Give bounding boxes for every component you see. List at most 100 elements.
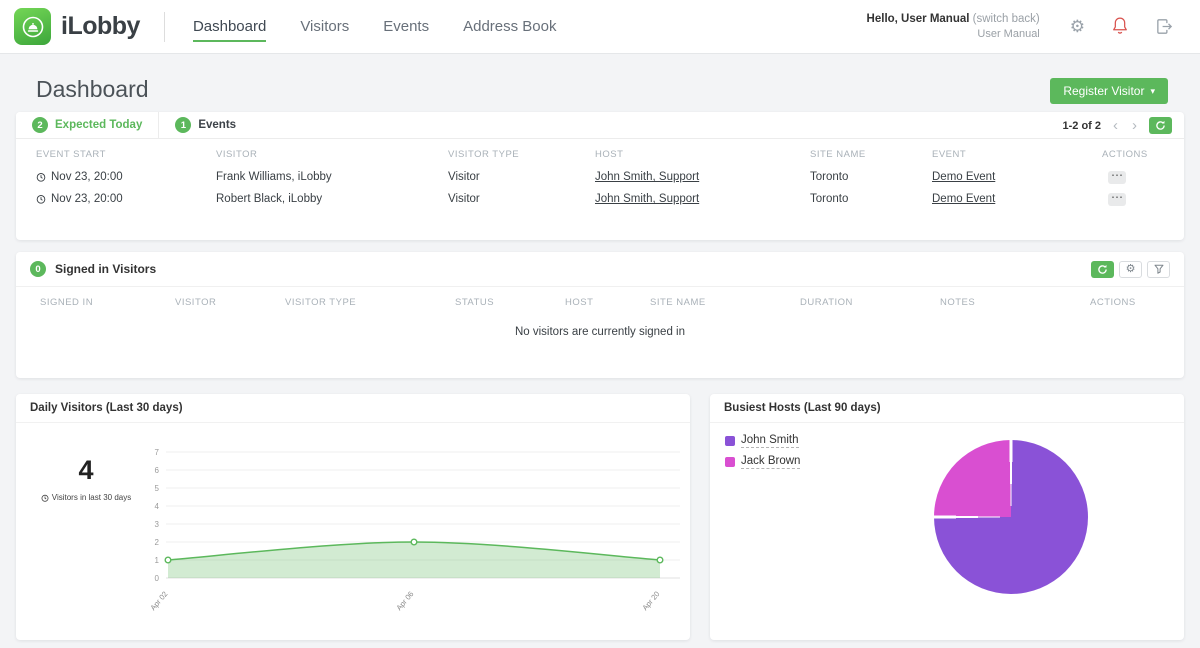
table-row-cell-event-start: Nov 23, 20:00 (36, 167, 216, 188)
tab-events-label: Events (198, 119, 237, 131)
col-header-event-start: EVENT START (36, 149, 106, 160)
empty-state-message: No visitors are currently signed in (514, 326, 685, 338)
table-row-cell-visitor-type: Visitor (448, 171, 480, 183)
table-row-cell-site-name: Toronto (810, 171, 849, 183)
row-actions-button[interactable]: ⋯ (1108, 191, 1126, 206)
tab-expected-today[interactable]: 2 Expected Today (16, 112, 160, 138)
header-right: Hello, User Manual (switch back) User Ma… (867, 11, 1200, 42)
event-link[interactable]: Demo Event (932, 171, 995, 183)
clock-icon (36, 172, 46, 182)
register-visitor-button[interactable]: Register Visitor ▾ (1050, 78, 1168, 104)
daily-visitors-panel: Daily Visitors (Last 30 days) 4 Visitors… (16, 394, 690, 640)
visitors-total-caption-text: Visitors in last 30 days (51, 493, 132, 502)
settings-gear-icon[interactable]: ⚙ (1070, 18, 1085, 35)
col-header-visitor: VISITOR (175, 297, 217, 308)
table-row-cell-event: Demo Event (932, 167, 1102, 188)
svg-text:Apr 20: Apr 20 (640, 590, 661, 613)
table-row-cell-visitor-type: Visitor (448, 193, 480, 205)
legend-item-jack-brown[interactable]: Jack Brown (725, 455, 801, 469)
pagination: 1-2 of 2 ‹ › (1062, 112, 1172, 139)
svg-text:4: 4 (155, 502, 160, 511)
refresh-icon (1155, 120, 1166, 131)
header-icons: ⚙ (1070, 16, 1174, 36)
table-row-cell-actions: ⋯ (1102, 166, 1164, 188)
col-header-visitor-type: VISITOR TYPE (285, 297, 357, 308)
signed-in-visitors-panel: 0 Signed in Visitors ⚙ SIGNED IN VISITOR… (16, 252, 1184, 378)
table-row-cell-actions: ⋯ (1102, 188, 1164, 210)
pagination-range: 1-2 of 2 (1062, 119, 1101, 132)
col-header-status: STATUS (455, 297, 495, 308)
event-link[interactable]: Demo Event (932, 193, 995, 205)
service-bell-icon (21, 15, 45, 39)
expected-today-panel: 2 Expected Today 1 Events 1-2 of 2 ‹ › E… (16, 112, 1184, 240)
visitors-total-stat: 4 Visitors in last 30 days (26, 455, 146, 502)
col-header-visitor: VISITOR (216, 149, 258, 160)
main-nav: Dashboard Visitors Events Address Book (192, 0, 556, 54)
notifications-bell-icon[interactable] (1111, 16, 1129, 36)
svg-text:2: 2 (155, 538, 160, 547)
signed-in-count-badge: 0 (30, 261, 46, 277)
columns-settings-button[interactable]: ⚙ (1119, 260, 1142, 278)
svg-text:Apr 02: Apr 02 (148, 590, 169, 613)
col-header-notes: NOTES (940, 297, 976, 308)
legend-swatch (725, 436, 735, 446)
busiest-hosts-title: Busiest Hosts (Last 90 days) (710, 394, 1184, 423)
filter-funnel-icon (1154, 264, 1164, 274)
greeting-account: User Manual (977, 27, 1040, 40)
table-row-cell-host: John Smith, Support (595, 189, 810, 210)
header-divider (163, 11, 165, 42)
table-row-cell-site-name: Toronto (810, 193, 849, 205)
expected-today-count-badge: 2 (32, 117, 48, 133)
svg-text:1: 1 (155, 556, 160, 565)
svg-text:7: 7 (155, 448, 160, 457)
row-actions-button[interactable]: ⋯ (1108, 169, 1126, 184)
nav-item-events[interactable]: Events (383, 0, 429, 54)
sign-out-icon[interactable] (1155, 17, 1174, 36)
legend-label: John Smith (741, 434, 799, 448)
nav-item-address-book[interactable]: Address Book (463, 0, 556, 54)
col-header-visitor-type: VISITOR TYPE (448, 149, 520, 160)
greeting-username: Hello, User Manual (866, 12, 970, 25)
brand-name: iLobby (61, 12, 140, 40)
daily-visitors-title: Daily Visitors (Last 30 days) (16, 394, 690, 423)
refresh-button[interactable] (1149, 117, 1172, 134)
table-row-cell-event: Demo Event (932, 189, 1102, 210)
nav-label: Events (383, 18, 430, 35)
clock-icon (41, 494, 49, 502)
page-title: Dashboard (36, 76, 149, 102)
daily-visitors-chart: 0 1 2 3 4 5 6 7 Apr 02 Apr 06 Apr 20 (148, 448, 680, 613)
svg-text:5: 5 (155, 484, 160, 493)
col-header-host: HOST (595, 149, 624, 160)
busiest-hosts-body: John Smith Jack Brown (710, 423, 1184, 639)
busiest-hosts-pie (934, 440, 1088, 594)
filter-button[interactable] (1147, 260, 1170, 278)
tab-events[interactable]: 1 Events (159, 112, 252, 138)
event-start-value: Nov 23, 20:00 (51, 171, 123, 183)
legend-item-john-smith[interactable]: John Smith (725, 434, 800, 448)
table-row-cell-host: John Smith, Support (595, 167, 810, 188)
host-link[interactable]: John Smith, Support (595, 193, 699, 205)
col-header-actions: ACTIONS (1102, 149, 1148, 160)
gear-icon: ⚙ (1125, 262, 1136, 275)
signed-in-panel-title: Signed in Visitors (55, 262, 157, 276)
table-row-cell-event-start: Nov 23, 20:00 (36, 189, 216, 210)
next-page-button[interactable]: › (1130, 118, 1139, 133)
signed-in-visitors-table: SIGNED IN VISITOR VISITOR TYPE STATUS HO… (40, 287, 1160, 314)
table-row-cell-visitor: Frank Williams, iLobby (216, 171, 332, 183)
top-bar: iLobby Dashboard Visitors Events Address… (0, 0, 1200, 54)
prev-page-button[interactable]: ‹ (1111, 118, 1120, 133)
svg-text:0: 0 (155, 574, 160, 583)
busiest-hosts-panel: Busiest Hosts (Last 90 days) John Smith … (710, 394, 1184, 640)
host-link[interactable]: John Smith, Support (595, 171, 699, 183)
events-count-badge: 1 (175, 117, 192, 133)
nav-item-visitors[interactable]: Visitors (300, 0, 349, 54)
nav-item-dashboard[interactable]: Dashboard (192, 0, 267, 54)
switch-back-link[interactable]: (switch back) (973, 13, 1040, 25)
ilobby-logo[interactable] (14, 8, 51, 45)
nav-label: Address Book (463, 18, 557, 35)
signed-in-panel-buttons: ⚙ (1091, 260, 1170, 278)
col-header-event: EVENT (932, 149, 967, 160)
visitors-total-number: 4 (78, 455, 94, 485)
refresh-button[interactable] (1091, 260, 1114, 278)
daily-visitors-body: 4 Visitors in last 30 days 0 1 2 3 4 5 6 7 Apr 0… (16, 423, 690, 639)
